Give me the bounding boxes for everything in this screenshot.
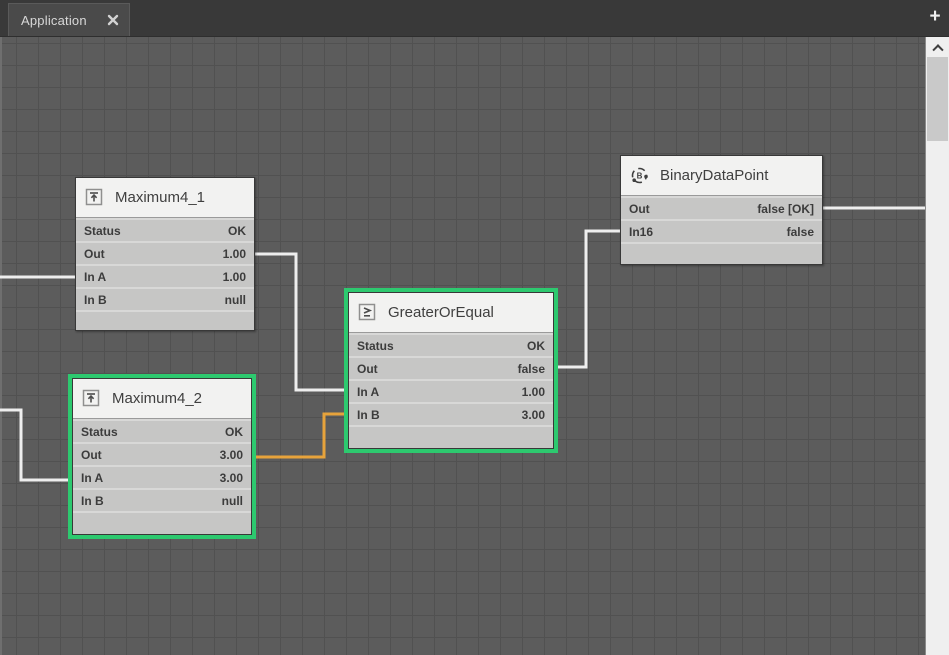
maximum-icon bbox=[85, 188, 104, 207]
function-block-greaterorequal[interactable]: GreaterOrEqual Status OK Out false In A … bbox=[348, 292, 554, 449]
wire-left-to-maximum4_2-inA[interactable] bbox=[0, 410, 73, 480]
block-slot-inB[interactable]: In B null bbox=[76, 289, 254, 310]
slot-value: 1.00 bbox=[522, 385, 545, 399]
greater-or-equal-icon bbox=[358, 303, 377, 322]
slot-label: In A bbox=[81, 471, 103, 485]
function-block-binarydatapoint[interactable]: B BinaryDataPoint Out false [OK] In16 fa… bbox=[620, 155, 823, 265]
wire-sheet-canvas[interactable]: Maximum4_1 Status OK Out 1.00 In A 1.00 … bbox=[0, 37, 949, 655]
block-slot-inA[interactable]: In A 1.00 bbox=[76, 266, 254, 287]
block-title: Maximum4_2 bbox=[112, 390, 202, 407]
svg-text:B: B bbox=[637, 171, 643, 180]
binary-data-point-icon: B bbox=[630, 166, 649, 185]
slot-value: OK bbox=[225, 425, 243, 439]
wire-maximum4_2-out-to-greaterorequal-inB[interactable] bbox=[255, 414, 349, 457]
close-icon[interactable] bbox=[107, 14, 119, 26]
block-title: Maximum4_1 bbox=[115, 189, 205, 206]
scrollbar-thumb[interactable] bbox=[927, 57, 948, 141]
block-title: GreaterOrEqual bbox=[388, 304, 494, 321]
maximum-icon bbox=[82, 389, 101, 408]
scroll-up-button[interactable] bbox=[926, 37, 949, 57]
slot-value: 3.00 bbox=[220, 471, 243, 485]
slot-label: In A bbox=[84, 270, 106, 284]
wire-greaterorequal-out-to-binarydatapoint-in16[interactable] bbox=[552, 231, 621, 367]
slot-label: In B bbox=[84, 293, 107, 307]
add-tab-button[interactable]: + bbox=[925, 7, 945, 27]
slot-label: Out bbox=[629, 202, 650, 216]
tab-label: Application bbox=[21, 13, 87, 28]
block-footer bbox=[621, 244, 822, 264]
block-slot-inA[interactable]: In A 3.00 bbox=[73, 467, 251, 488]
slot-value: null bbox=[225, 293, 246, 307]
block-slot-out[interactable]: Out false bbox=[349, 358, 553, 379]
chevron-up-icon bbox=[932, 44, 943, 55]
slot-label: In B bbox=[81, 494, 104, 508]
block-slot-inA[interactable]: In A 1.00 bbox=[349, 381, 553, 402]
block-header: B BinaryDataPoint bbox=[621, 156, 822, 196]
block-header: GreaterOrEqual bbox=[349, 293, 553, 333]
slot-label: Status bbox=[357, 339, 394, 353]
block-title: BinaryDataPoint bbox=[660, 167, 768, 184]
slot-value: OK bbox=[228, 224, 246, 238]
slot-label: In A bbox=[357, 385, 379, 399]
slot-value: OK bbox=[527, 339, 545, 353]
slot-label: In16 bbox=[629, 225, 653, 239]
block-header: Maximum4_2 bbox=[73, 379, 251, 419]
block-slot-out[interactable]: Out false [OK] bbox=[621, 198, 822, 219]
block-slot-inB[interactable]: In B 3.00 bbox=[349, 404, 553, 425]
block-slot-out[interactable]: Out 3.00 bbox=[73, 444, 251, 465]
slot-value: 1.00 bbox=[223, 270, 246, 284]
slot-label: In B bbox=[357, 408, 380, 422]
tab-bar: Application + bbox=[0, 0, 949, 37]
vertical-scrollbar[interactable] bbox=[925, 37, 949, 655]
wire-maximum4_1-out-to-greaterorequal-inA[interactable] bbox=[254, 254, 349, 390]
block-header: Maximum4_1 bbox=[76, 178, 254, 218]
block-slot-out[interactable]: Out 1.00 bbox=[76, 243, 254, 264]
slot-value: 3.00 bbox=[522, 408, 545, 422]
slot-value: 3.00 bbox=[220, 448, 243, 462]
slot-value: null bbox=[222, 494, 243, 508]
slot-label: Status bbox=[84, 224, 121, 238]
function-block-maximum4_2[interactable]: Maximum4_2 Status OK Out 3.00 In A 3.00 … bbox=[72, 378, 252, 535]
slot-value: false [OK] bbox=[757, 202, 814, 216]
block-footer bbox=[76, 312, 254, 330]
tab-application[interactable]: Application bbox=[8, 3, 130, 36]
block-slot-in16[interactable]: In16 false bbox=[621, 221, 822, 242]
block-slot-inB[interactable]: In B null bbox=[73, 490, 251, 511]
slot-value: false bbox=[518, 362, 545, 376]
slot-value: 1.00 bbox=[223, 247, 246, 261]
slot-label: Out bbox=[84, 247, 105, 261]
block-footer bbox=[73, 513, 251, 534]
function-block-maximum4_1[interactable]: Maximum4_1 Status OK Out 1.00 In A 1.00 … bbox=[75, 177, 255, 331]
slot-label: Out bbox=[357, 362, 378, 376]
slot-label: Status bbox=[81, 425, 118, 439]
slot-value: false bbox=[787, 225, 814, 239]
block-slot-status[interactable]: Status OK bbox=[76, 220, 254, 241]
block-slot-status[interactable]: Status OK bbox=[73, 421, 251, 442]
block-slot-status[interactable]: Status OK bbox=[349, 335, 553, 356]
slot-label: Out bbox=[81, 448, 102, 462]
block-footer bbox=[349, 427, 553, 448]
